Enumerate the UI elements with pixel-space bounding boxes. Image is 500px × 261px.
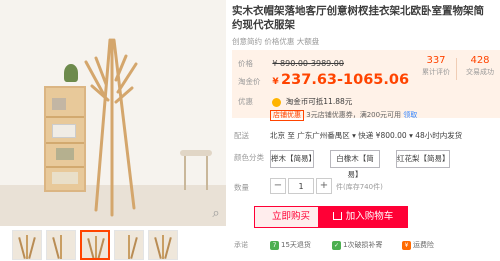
promise-item-1-text: 15天退货	[281, 241, 311, 249]
thumbnail-1[interactable]	[12, 230, 42, 260]
photo-stool	[180, 150, 212, 190]
stat-transactions-num: 428	[470, 55, 490, 66]
add-to-cart-button[interactable]: 加入购物车	[318, 206, 408, 228]
color-option-1[interactable]: 榉木【简易】	[270, 150, 316, 168]
original-price-row: 价格 ¥ 890.00-3989.00	[238, 58, 344, 69]
stats-divider	[456, 58, 457, 80]
stock-text: 件(库存740件)	[336, 183, 383, 191]
tb-price-value: 237.63-1065.06	[281, 72, 410, 88]
promise-item-1[interactable]: 7 15天退货	[270, 240, 311, 250]
quantity-minus-button[interactable]: −	[270, 178, 286, 194]
youhui-row: 优惠 淘金币可抵11.88元	[238, 96, 352, 107]
tb-price-currency: ¥	[272, 77, 279, 87]
promise-row: 承诺 7 15天退货 ✓ 1次破损补寄 ¥ 运费险	[232, 240, 500, 254]
promise-item-3-text: 运费险	[413, 241, 434, 249]
stat-reviews-label: 累计评价	[422, 68, 450, 76]
coat-rack-illustration	[84, 38, 138, 217]
coin-icon	[272, 97, 282, 107]
thumbnail-4[interactable]	[114, 230, 144, 260]
promise-item-2-text: 1次破损补寄	[343, 241, 383, 249]
stat-transactions-label: 交易成功	[466, 68, 494, 76]
store-coupon-tag: 店铺优惠	[270, 110, 304, 121]
quantity-label: 数量	[234, 183, 249, 192]
shipping-insurance-icon: ¥	[402, 240, 411, 250]
color-option-3[interactable]: 红花梨【简易】	[396, 150, 450, 168]
shipping-label: 配送	[234, 131, 249, 140]
tb-price-label: 淘金价	[238, 77, 261, 86]
promise-label: 承诺	[234, 241, 248, 249]
color-label: 颜色分类	[234, 153, 264, 162]
product-title: 实木衣帽架落地客厅创意树杈挂衣架北欧卧室置物架简约现代衣服架	[232, 5, 484, 31]
price-box: 价格 ¥ 890.00-3989.00 淘金价 ¥ 237.63-1065.06…	[232, 50, 500, 118]
promise-item-2[interactable]: ✓ 1次破损补寄	[332, 240, 382, 250]
store-coupon-text: 3元店铺优惠券，满200元可用	[306, 111, 402, 119]
stat-reviews[interactable]: 337 累计评价	[422, 54, 450, 84]
zoom-icon[interactable]: ⌕	[208, 206, 224, 222]
promise-item-3[interactable]: ¥ 运费险	[402, 240, 434, 250]
tb-price-row: 淘金价 ¥ 237.63-1065.06	[238, 72, 409, 88]
youhui-label: 优惠	[238, 97, 253, 106]
return-icon: 7	[270, 240, 279, 250]
store-coupon-row: 店铺优惠 3元店铺优惠券，满200元可用 领取	[232, 110, 500, 122]
original-price: ¥ 890.00-3989.00	[272, 59, 344, 68]
product-detail-panel: 实木衣帽架落地客厅创意树杈挂衣架北欧卧室置物架简约现代衣服架 创意简约 价格优惠…	[232, 0, 500, 261]
quantity-plus-button[interactable]: +	[316, 178, 332, 194]
cart-icon	[332, 212, 342, 220]
store-coupon-link[interactable]: 领取	[403, 111, 417, 119]
price-label: 价格	[238, 59, 253, 68]
quantity-input[interactable]	[288, 178, 314, 194]
main-product-image[interactable]: ⌕	[0, 0, 226, 226]
add-to-cart-label: 加入购物车	[345, 211, 394, 222]
color-option-2[interactable]: 白橡木【简易】	[330, 150, 380, 179]
thumbnail-5[interactable]	[148, 230, 178, 260]
youhui-text: 淘金币可抵11.88元	[285, 97, 353, 106]
thumbnail-3[interactable]	[80, 230, 110, 260]
shipping-text[interactable]: 北京 至 广东广州番禺区 ▾ 快递 ¥800.00 ▾ 48小时内发货	[270, 130, 462, 141]
buy-now-button[interactable]: 立即购买	[254, 206, 328, 228]
thumbnail-strip	[0, 228, 226, 261]
stat-reviews-num: 337	[426, 55, 446, 66]
stat-transactions: 428 交易成功	[466, 54, 494, 84]
check-icon: ✓	[332, 240, 341, 250]
thumbnail-2[interactable]	[46, 230, 76, 260]
product-subtitle: 创意简约 价格优惠 大额盘	[232, 37, 320, 46]
